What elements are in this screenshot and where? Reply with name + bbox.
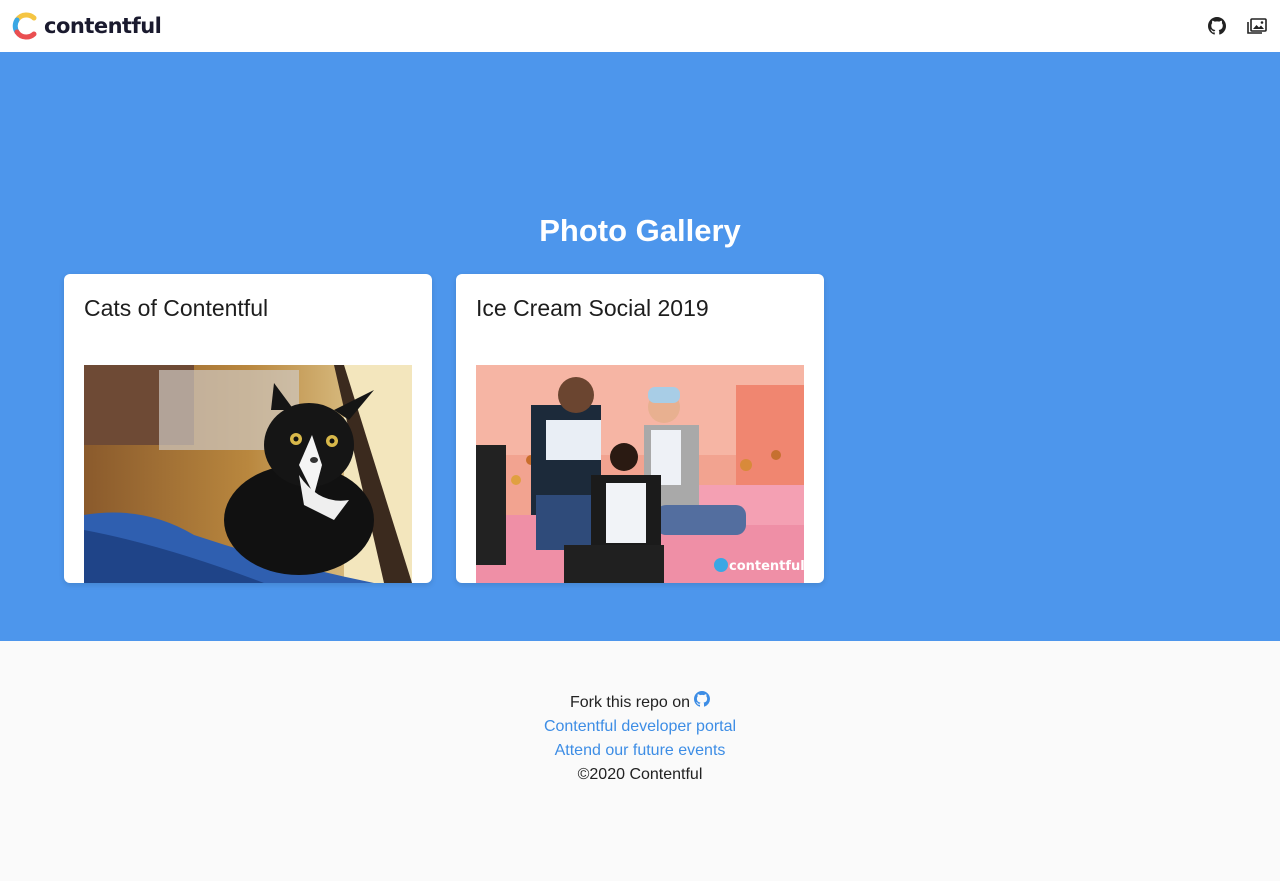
copyright-text: ©2020 Contentful [577, 766, 703, 783]
github-icon[interactable] [1206, 15, 1228, 37]
fork-text: Fork this repo on [569, 694, 691, 711]
ice-cream-social-photo: contentful [476, 365, 804, 583]
contentful-logo-icon [12, 12, 37, 40]
github-link[interactable] [694, 691, 711, 715]
contentful-logo[interactable]: contentful [12, 12, 162, 40]
page-footer: Fork this repo on Contentful developer p… [0, 641, 1280, 881]
cat-photo [84, 365, 412, 583]
top-navbar: contentful [0, 0, 1280, 52]
github-icon [694, 691, 711, 707]
logo-text: contentful [44, 14, 162, 38]
page-title: Photo Gallery [539, 213, 741, 248]
future-events-link[interactable]: Attend our future events [555, 742, 726, 759]
gallery-card-cats[interactable]: Cats of Contentful [64, 274, 432, 583]
fork-line: Fork this repo on [0, 691, 1280, 715]
gallery-icon[interactable] [1246, 15, 1268, 37]
gallery-card-ice-cream-social[interactable]: Ice Cream Social 2019 contentful [456, 274, 824, 583]
card-title: Cats of Contentful [84, 295, 269, 321]
nav-icons [1206, 15, 1268, 37]
card-title: Ice Cream Social 2019 [476, 295, 709, 321]
developer-portal-link[interactable]: Contentful developer portal [544, 718, 736, 735]
gallery-cards: Cats of Contentful Ice Cream Social 2019… [64, 274, 824, 583]
hero-section: Photo Gallery Cats of Contentful Ice Cre… [0, 52, 1280, 641]
photo-watermark: contentful [729, 559, 804, 574]
